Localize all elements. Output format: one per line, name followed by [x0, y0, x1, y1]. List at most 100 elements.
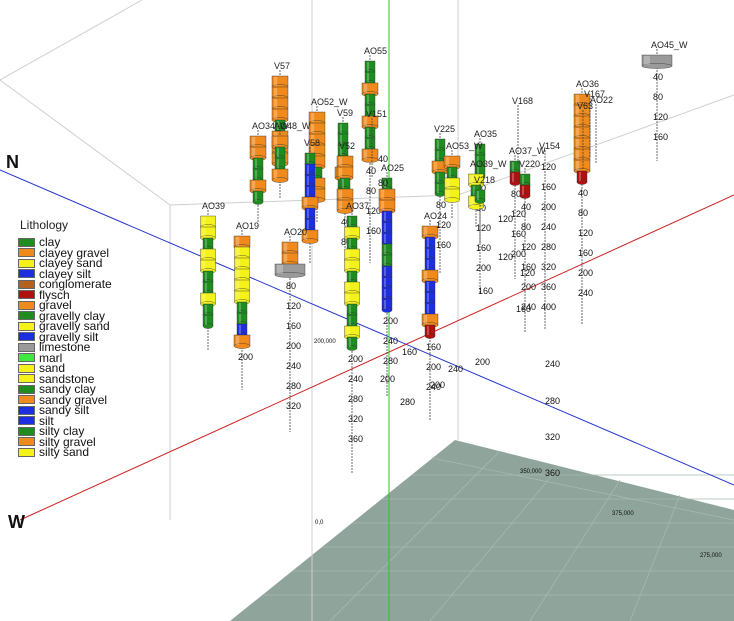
- ground-plane: [230, 440, 734, 621]
- depth-label: 200: [380, 374, 395, 384]
- grid-coord-label: 0,0: [315, 520, 324, 526]
- borehole-name-label: V52: [339, 141, 355, 151]
- borehole-name-label: AO35: [474, 129, 497, 139]
- depth-label: 200: [383, 316, 398, 326]
- borehole-segment-gravel: [361, 148, 379, 163]
- borehole-ao25[interactable]: AO25 200 240 280: [378, 163, 404, 396]
- depth-label: 80: [286, 281, 296, 291]
- depth-label: 160: [426, 342, 441, 352]
- borehole-ao19[interactable]: AO19 200: [233, 221, 259, 390]
- borehole-name-label: V63: [577, 101, 593, 111]
- legend-swatch: [18, 258, 35, 268]
- borehole-segment-flysch: [576, 170, 588, 185]
- depth-label: 200: [426, 362, 441, 372]
- legend-swatch: [18, 248, 35, 258]
- depth-label: 120: [578, 228, 593, 238]
- depth-label: 40: [378, 154, 388, 164]
- depth-label: 320: [541, 262, 556, 272]
- depth-label: 360: [541, 282, 556, 292]
- depth-label: 120: [541, 162, 556, 172]
- borehole-segment-clay: [202, 314, 214, 329]
- depth-label: 320: [545, 432, 560, 442]
- borehole-name-label: AO25: [381, 163, 404, 173]
- legend-item-silty-sand: silty sand: [18, 446, 138, 458]
- depth-label: 120: [521, 242, 536, 252]
- depth-label: 240: [286, 361, 301, 371]
- depth-label: 120: [436, 220, 451, 230]
- borehole-ao22[interactable]: AO22: [590, 95, 613, 164]
- depth-label: 200: [286, 341, 301, 351]
- borehole-ao35[interactable]: AO354080120160200: [474, 129, 497, 294]
- borehole-name-label: AO19: [236, 221, 259, 231]
- legend-swatch: [18, 332, 35, 342]
- borehole-ao39[interactable]: AO39: [200, 201, 226, 350]
- depth-label: 80: [378, 178, 388, 188]
- borehole-segment-gravel: [233, 334, 251, 349]
- legend-title: Lithology: [20, 218, 69, 232]
- depth-label: 360: [348, 434, 363, 444]
- legend-swatch: [18, 279, 35, 289]
- borehole-segment-limestone: [274, 263, 306, 278]
- borehole-segment-sand: [444, 188, 460, 203]
- legend-swatch: [18, 395, 35, 405]
- legend-item-conglomerate: conglomerate: [18, 278, 138, 290]
- depth-label: 320: [348, 414, 363, 424]
- depth-label: 240: [383, 336, 398, 346]
- depth-label: 200: [475, 357, 490, 367]
- depth-label: 200: [348, 354, 363, 364]
- borehole-ao45-w[interactable]: AO45_W 40 80 120 160: [641, 40, 688, 161]
- depth-label: 160: [286, 321, 301, 331]
- borehole-name-label: AO20: [284, 227, 307, 237]
- borehole-name-label: V154: [539, 141, 560, 151]
- depth-label: 40: [521, 202, 531, 212]
- grid-coord-label: 275,000: [700, 553, 722, 559]
- depth-label: 400: [541, 302, 556, 312]
- borehole-v154[interactable]: V154 120 160 200 240 280 320 360 400: [539, 141, 560, 330]
- legend-swatch: [18, 237, 35, 247]
- borehole-name-label: V59: [337, 108, 353, 118]
- borehole-name-label: AO45_W: [651, 40, 688, 50]
- depth-label: 240: [545, 359, 560, 369]
- legend-items: clay clayey gravel clayey sand clayey silt c…: [18, 236, 138, 458]
- lithology-legend: Lithology clay clayey gravel clayey sand cl…: [18, 218, 138, 458]
- depth-label: 160: [478, 286, 493, 296]
- depth-label: 160: [402, 347, 417, 357]
- legend-swatch: [18, 342, 35, 352]
- borehole-segment-silt: [381, 298, 393, 313]
- depth-label: 160: [516, 304, 531, 314]
- axis-label-north: N: [6, 152, 19, 172]
- borehole-ao37[interactable]: AO37 200 240 280 320 360: [344, 201, 370, 474]
- borehole-segment-clay: [346, 336, 358, 351]
- borehole-name-label: V220: [519, 159, 540, 169]
- legend-item-sandy-silt: sandy silt: [18, 404, 138, 416]
- legend-swatch: [18, 426, 35, 436]
- depth-label: 280: [383, 356, 398, 366]
- depth-label: 280: [286, 381, 301, 391]
- depth-label: 40: [653, 72, 663, 82]
- depth-label: 80: [366, 186, 376, 196]
- legend-swatch: [18, 437, 35, 447]
- legend-swatch: [18, 311, 35, 321]
- borehole-segment-clay: [434, 182, 446, 197]
- depth-label: 120: [286, 301, 301, 311]
- depth-label: 280: [541, 242, 556, 252]
- borehole-ao36[interactable]: AO36 40 80 120 160 200 240: [573, 79, 599, 324]
- legend-swatch: [18, 384, 35, 394]
- borehole-name-label: V57: [274, 61, 290, 71]
- depth-label: 200: [521, 282, 536, 292]
- boreholes-layer: AO554080120160V57AO52_WV59 V151AO34_WAO48…: [200, 40, 688, 478]
- depth-label: 160: [476, 243, 491, 253]
- depth-label: 120: [653, 112, 668, 122]
- grid-coord-label: 200,000: [314, 339, 336, 345]
- borehole-name-label: AO22: [590, 95, 613, 105]
- legend-swatch: [18, 353, 35, 363]
- borehole-name-label: V225: [434, 124, 455, 134]
- borehole-segment-flysch: [519, 184, 531, 199]
- depth-label: 80: [521, 222, 531, 232]
- depth-label: 240: [578, 288, 593, 298]
- borehole-name-label: AO53_W: [446, 141, 483, 151]
- depth-label: 80: [578, 208, 588, 218]
- depth-label: 200: [476, 263, 491, 273]
- borehole-name-label: V168: [512, 96, 533, 106]
- borehole-segment-clay: [474, 189, 486, 204]
